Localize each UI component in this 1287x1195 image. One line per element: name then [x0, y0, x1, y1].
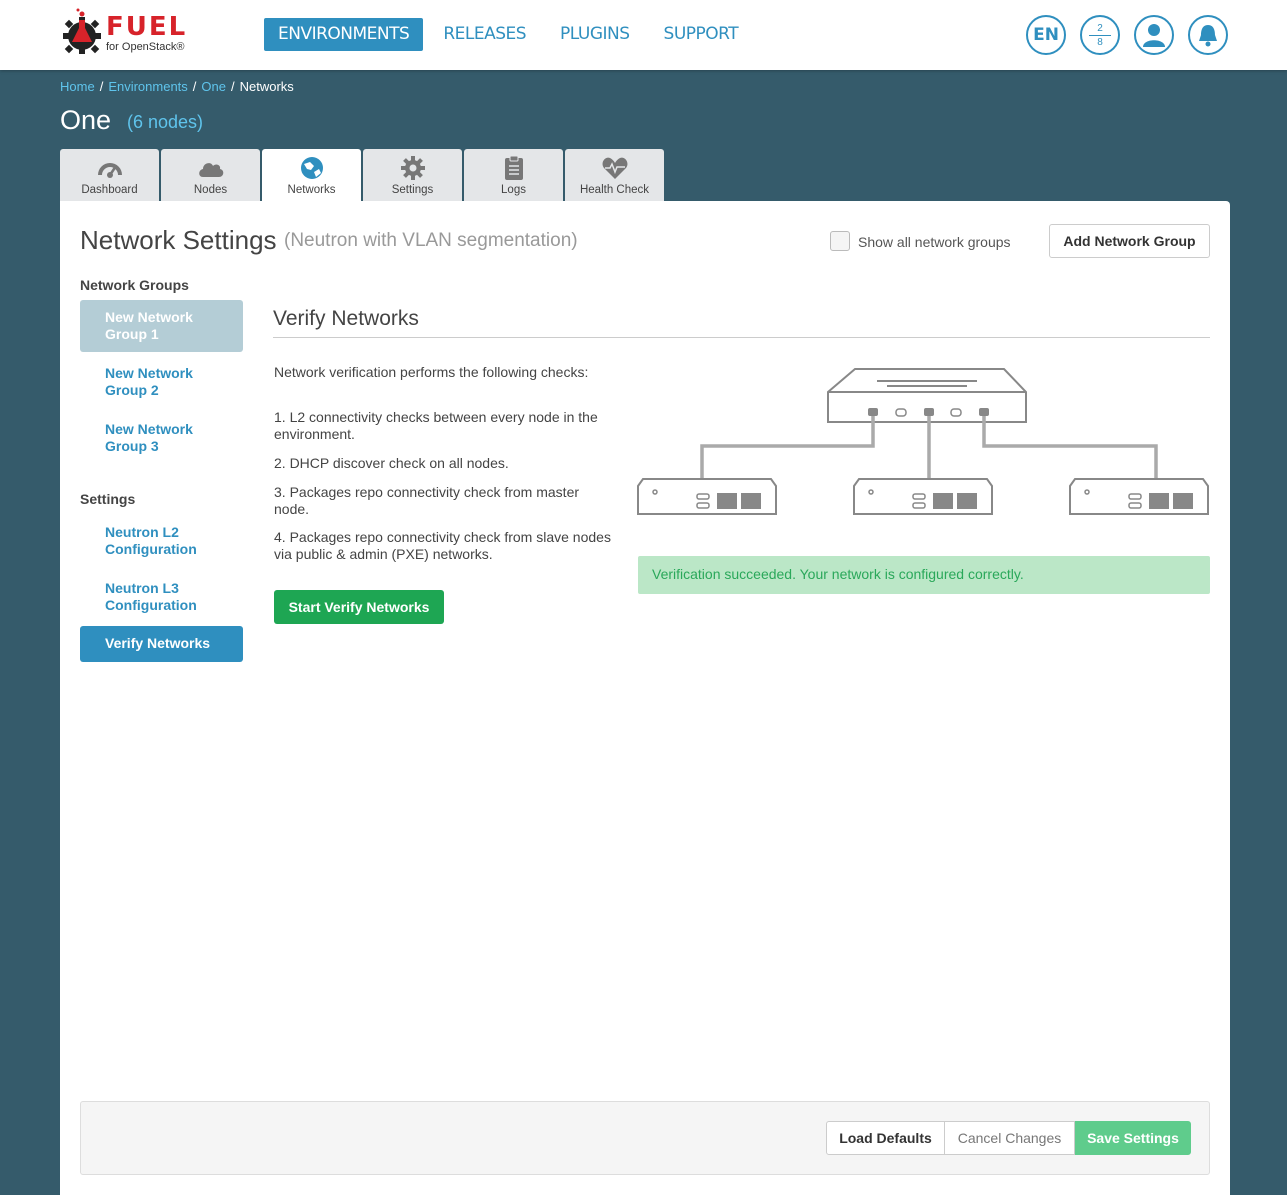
- breadcrumb-separator: /: [99, 79, 104, 94]
- verification-success-alert: Verification succeeded. Your network is …: [638, 556, 1210, 594]
- brand-name: FUEL: [106, 12, 188, 42]
- settings-footer: Load Defaults Cancel Changes Save Settin…: [80, 1101, 1210, 1175]
- brand-subtitle: for OpenStack®: [106, 41, 185, 53]
- gauge-icon: [98, 163, 122, 178]
- verify-intro: Network verification performs the follow…: [274, 364, 589, 380]
- breadcrumb-separator: /: [231, 79, 235, 94]
- main-nav: ENVIRONMENTS RELEASES PLUGINS SUPPORT: [264, 18, 758, 51]
- language-button[interactable]: EN: [1026, 15, 1066, 55]
- user-icon: [1143, 24, 1165, 47]
- verify-check-4: 4. Packages repo connectivity check from…: [274, 529, 611, 562]
- tab-label: Settings: [391, 184, 434, 196]
- tab-label: Health Check: [579, 184, 650, 196]
- language-label: EN: [1033, 25, 1059, 45]
- section-title: Verify Networks: [273, 307, 419, 330]
- nodes-total-count: 8: [1097, 36, 1103, 48]
- top-bar: FUEL for OpenStack® ENVIRONMENTS RELEASE…: [0, 0, 1287, 70]
- tab-dashboard[interactable]: Dashboard: [60, 149, 159, 201]
- notifications-button[interactable]: [1188, 15, 1228, 55]
- sidebar-item-group-3[interactable]: New Network Group 3: [80, 412, 243, 464]
- save-settings-button[interactable]: Save Settings: [1075, 1121, 1191, 1155]
- start-verify-networks-button[interactable]: Start Verify Networks: [274, 590, 444, 624]
- breadcrumb: Home / Environments / One / Networks: [60, 79, 294, 94]
- cloud-icon: [199, 163, 224, 177]
- tab-label: Nodes: [193, 184, 228, 196]
- breadcrumb-current: Networks: [239, 79, 294, 94]
- add-network-group-button[interactable]: Add Network Group: [1049, 224, 1210, 258]
- heart-pulse-icon: [602, 157, 628, 179]
- tab-nodes[interactable]: Nodes: [161, 149, 260, 201]
- tab-label: Dashboard: [81, 184, 138, 196]
- nav-plugins[interactable]: PLUGINS: [546, 18, 644, 51]
- gear-icon: [401, 156, 425, 180]
- network-diagram: [637, 368, 1209, 515]
- globe-icon: [301, 157, 323, 179]
- breadcrumb-home[interactable]: Home: [60, 79, 95, 94]
- sidebar-item-group-1[interactable]: New Network Group 1: [80, 300, 243, 352]
- user-button[interactable]: [1134, 15, 1174, 55]
- tab-settings[interactable]: Settings: [363, 149, 462, 201]
- nodes-online-count: 2: [1097, 22, 1103, 34]
- page-subtitle: (Neutron with VLAN segmentation): [284, 230, 578, 251]
- show-all-groups-label[interactable]: Show all network groups: [858, 234, 1011, 250]
- nav-support[interactable]: SUPPORT: [650, 18, 753, 51]
- show-all-groups-checkbox[interactable]: [830, 231, 850, 251]
- gear-flask-icon: [63, 8, 101, 54]
- page-title: Network Settings: [80, 225, 277, 255]
- nav-environments[interactable]: ENVIRONMENTS: [264, 18, 424, 51]
- verify-check-1: 1. L2 connectivity checks between every …: [274, 409, 598, 442]
- section-divider: [273, 337, 1210, 338]
- sidebar-item-verify-networks[interactable]: Verify Networks: [80, 626, 243, 662]
- environment-tabs: Dashboard Nodes Networks Settings Logs H…: [60, 149, 666, 205]
- tab-logs[interactable]: Logs: [464, 149, 563, 201]
- verify-check-2: 2. DHCP discover check on all nodes.: [274, 455, 509, 471]
- load-defaults-button[interactable]: Load Defaults: [826, 1121, 945, 1155]
- sidebar-item-group-2[interactable]: New Network Group 2: [80, 356, 243, 408]
- tab-networks[interactable]: Networks: [262, 149, 361, 205]
- tab-label: Networks: [287, 184, 336, 196]
- fuel-logo[interactable]: FUEL for OpenStack®: [60, 8, 190, 60]
- environment-name: One: [60, 105, 112, 135]
- network-groups-heading: Network Groups: [80, 277, 189, 293]
- sidebar-item-neutron-l2[interactable]: Neutron L2 Configuration: [80, 515, 243, 567]
- clipboard-icon: [505, 155, 523, 180]
- node-stats-button[interactable]: 2 8: [1080, 15, 1120, 55]
- bell-icon: [1199, 25, 1217, 47]
- tab-label: Logs: [501, 184, 526, 196]
- tab-health-check[interactable]: Health Check: [565, 149, 664, 201]
- verify-check-3: 3. Packages repo connectivity check from…: [274, 484, 580, 517]
- network-settings-panel: Network Settings (Neutron with VLAN segm…: [60, 201, 1230, 1195]
- breadcrumb-separator: /: [192, 79, 197, 94]
- sidebar-item-neutron-l3[interactable]: Neutron L3 Configuration: [80, 571, 243, 623]
- environment-node-count[interactable]: (6 nodes): [127, 112, 203, 133]
- breadcrumb-environments[interactable]: Environments: [108, 79, 187, 94]
- cancel-changes-button[interactable]: Cancel Changes: [944, 1121, 1075, 1155]
- nav-releases[interactable]: RELEASES: [429, 18, 540, 51]
- breadcrumb-env[interactable]: One: [201, 79, 226, 94]
- settings-heading: Settings: [80, 491, 136, 507]
